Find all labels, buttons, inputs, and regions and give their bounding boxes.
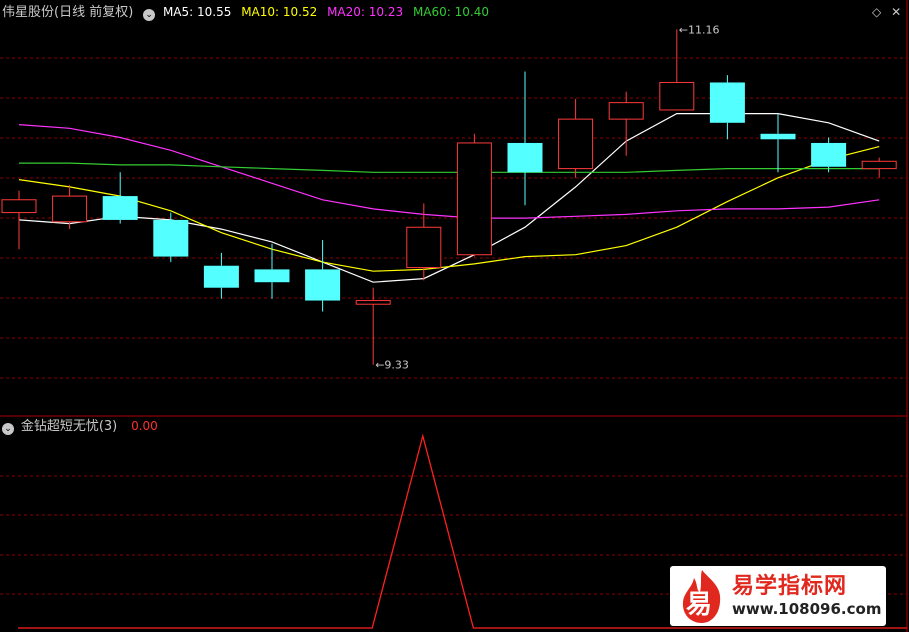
legend-toggle-icon[interactable]: ⌄ xyxy=(143,9,156,21)
candle-body xyxy=(608,102,644,120)
price-annotation: ←11.16 xyxy=(679,23,720,36)
candlestick-series xyxy=(1,29,897,365)
candle-body xyxy=(355,300,391,305)
candle xyxy=(760,113,796,173)
ma-line-ma60 xyxy=(19,162,880,173)
candle-body xyxy=(305,269,341,301)
candle-body xyxy=(709,82,745,123)
candle xyxy=(558,98,594,178)
price-annotations: ←11.16 ←9.33 xyxy=(375,23,719,371)
candle-body xyxy=(52,195,88,223)
indicator-header: ⌄ 金钻超短无忧(3) 0.00 xyxy=(2,418,158,435)
site-name: 易学指标网 xyxy=(732,574,848,599)
indicator-value: 0.00 xyxy=(131,419,158,433)
indicator-title: 金钻超短无忧(3) xyxy=(20,419,118,434)
candle xyxy=(305,240,341,312)
candle-body xyxy=(203,265,239,288)
candle xyxy=(456,133,492,257)
ma5-legend: MA5: 10.55 xyxy=(162,5,232,19)
candle xyxy=(811,137,847,173)
candle-body xyxy=(456,142,492,256)
stock-chart[interactable]: ←11.16 ←9.33 xyxy=(0,0,909,632)
stock-title: 伟星股份(日线 前复权) xyxy=(2,5,134,20)
candle xyxy=(709,75,745,140)
candle-body xyxy=(659,81,695,111)
ma10-legend: MA10: 10.52 xyxy=(241,5,318,19)
candle-body xyxy=(254,269,290,283)
candle-body xyxy=(558,118,594,170)
candle xyxy=(102,172,138,224)
logo-char: 易 xyxy=(686,590,713,620)
candle-body xyxy=(811,142,847,167)
ma-line-ma5 xyxy=(18,112,880,283)
candle xyxy=(608,91,644,156)
candle xyxy=(153,212,189,263)
watermark-logo: 易 易学指标网 www.108096.com xyxy=(670,566,886,626)
close-icon[interactable]: ✕ xyxy=(891,5,901,19)
candle xyxy=(861,157,897,178)
ma60-legend: MA60: 10.40 xyxy=(412,5,489,19)
price-annotation: ←9.33 xyxy=(375,359,409,372)
candle xyxy=(355,287,391,365)
candle-body xyxy=(102,196,138,220)
chart-header: 伟星股份(日线 前复权) ⌄ MA5: 10.55 MA10: 10.52 MA… xyxy=(2,4,489,21)
site-url: www.108096.com xyxy=(732,600,882,618)
candle-body xyxy=(861,160,897,170)
ma20-legend: MA20: 10.23 xyxy=(327,5,404,19)
candle-body xyxy=(760,133,796,140)
chart-frame xyxy=(0,0,908,632)
candle-body xyxy=(406,226,442,269)
candle xyxy=(1,190,37,250)
candle-body xyxy=(153,219,189,257)
candle xyxy=(203,252,239,299)
indicator-toggle-icon[interactable]: ⌄ xyxy=(2,423,14,435)
moving-average-lines xyxy=(18,112,880,283)
window-controls: ◇ ✕ xyxy=(872,4,901,20)
candle-body xyxy=(1,199,37,214)
candle-body xyxy=(507,142,543,173)
diamond-icon[interactable]: ◇ xyxy=(872,5,881,19)
candle xyxy=(659,29,695,111)
